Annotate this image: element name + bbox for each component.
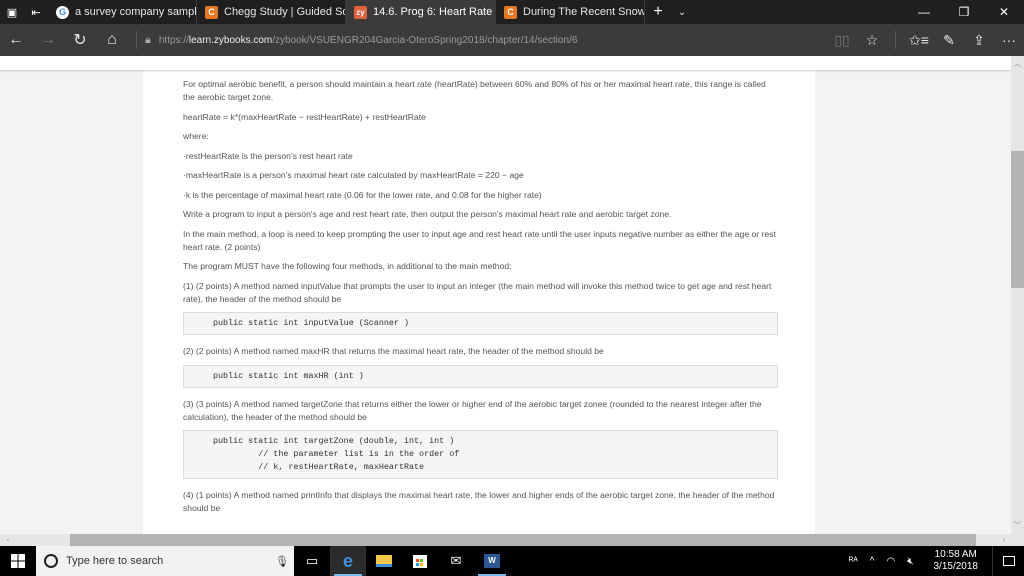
- tab-bar: ▣ ⇤ G a survey company sampled C Chegg S…: [0, 0, 1024, 24]
- people-icon[interactable]: ᴿᴬ: [849, 556, 858, 567]
- screen: ▣ ⇤ G a survey company sampled C Chegg S…: [0, 0, 1024, 576]
- divider: [895, 31, 896, 49]
- bullet-item: restHeartRate is the person's rest heart…: [183, 150, 778, 163]
- tab-chegg[interactable]: C Chegg Study | Guided Solut: [197, 0, 346, 24]
- method1-text: (1) (2 points) A method named inputValue…: [183, 280, 772, 304]
- method4-text: (4) (1 points) A method named printInfo …: [183, 490, 775, 513]
- windows-logo-icon: [11, 554, 25, 568]
- loop-text: In the main method, a loop is need to ke…: [183, 228, 776, 252]
- microphone-icon[interactable]: 🎙︎: [270, 555, 294, 568]
- url-path: /zybook/VSUENGR204Garcia-OteroSpring2018…: [272, 34, 578, 46]
- address-bar-row: ← → ↻ ⌂ 🔒︎ https://learn.zybooks.com/zyb…: [0, 24, 1024, 56]
- volume-muted-icon[interactable]: 🔇︎: [907, 556, 913, 567]
- task-view-icon[interactable]: ▭: [294, 546, 330, 576]
- must-text: The program MUST have the following four…: [183, 261, 512, 271]
- zybooks-icon: zy: [354, 5, 367, 19]
- tab-title: 14.6. Prog 6: Heart Rate: [373, 6, 493, 18]
- google-icon: G: [56, 5, 69, 19]
- word-icon[interactable]: W: [474, 546, 510, 576]
- cortana-icon: [44, 554, 58, 568]
- method2-text: (2) (2 points) A method named maxHR that…: [183, 346, 604, 356]
- tab-title: a survey company sampled: [75, 6, 197, 18]
- favorites-hub-icon[interactable]: ✩≡: [904, 24, 934, 56]
- chegg-icon: C: [205, 5, 218, 19]
- task-text: Write a program to input a person's age …: [183, 209, 672, 219]
- action-center-icon[interactable]: [992, 546, 1024, 576]
- edge-browser-icon[interactable]: e: [330, 546, 366, 576]
- back-button[interactable]: ←: [0, 24, 32, 56]
- tab-zybooks-active[interactable]: zy 14.6. Prog 6: Heart Rate ✕: [346, 0, 496, 24]
- minimize-button[interactable]: —: [904, 0, 944, 24]
- horizontal-scroll-thumb[interactable]: [70, 534, 976, 546]
- refresh-button[interactable]: ↻: [64, 24, 96, 56]
- tab-title: During The Recent Snowing: [523, 6, 645, 18]
- url-field[interactable]: 🔒︎ https://learn.zybooks.com/zybook/VSUE…: [145, 24, 827, 56]
- show-hidden-icons-chevron-icon[interactable]: ^: [870, 556, 875, 567]
- system-tray: ᴿᴬ ^ ◠ 🔇︎ 10:58 AM 3/15/2018: [843, 546, 1024, 576]
- search-placeholder: Type here to search: [66, 555, 164, 567]
- where-text: where:: [183, 131, 209, 141]
- vertical-scrollbar[interactable]: ︿ ﹀: [1011, 56, 1024, 534]
- lock-icon: 🔒︎: [145, 33, 151, 46]
- home-button[interactable]: ⌂: [96, 24, 128, 56]
- horizontal-scrollbar[interactable]: ‹ ›: [0, 534, 1024, 546]
- problem-description: For optimal aerobic benefit, a person sh…: [183, 78, 778, 522]
- start-button[interactable]: [0, 546, 36, 576]
- tab-google[interactable]: G a survey company sampled: [48, 0, 197, 24]
- share-icon[interactable]: ⇪: [964, 24, 994, 56]
- tab-actions-icon[interactable]: ▣: [0, 0, 24, 24]
- scroll-up-icon[interactable]: ︿: [1011, 58, 1024, 70]
- scroll-down-icon[interactable]: ﹀: [1011, 520, 1024, 532]
- tab-chegg-2[interactable]: C During The Recent Snowing: [496, 0, 645, 24]
- clock-date: 3/15/2018: [933, 561, 979, 572]
- clock[interactable]: 10:58 AM 3/15/2018: [928, 549, 985, 573]
- forward-button[interactable]: →: [32, 24, 64, 56]
- new-tab-button[interactable]: +: [645, 3, 671, 21]
- taskbar-search-box[interactable]: Type here to search 🎙︎: [36, 546, 294, 576]
- file-explorer-icon[interactable]: [366, 546, 402, 576]
- url-prefix: https://: [158, 34, 189, 46]
- page-header: [0, 56, 1011, 70]
- set-aside-tabs-icon[interactable]: ⇤: [24, 0, 48, 24]
- scroll-left-icon[interactable]: ‹: [2, 534, 14, 546]
- code-block-input-value: public static int inputValue (Scanner ): [183, 312, 778, 335]
- wifi-icon[interactable]: ◠: [886, 556, 895, 567]
- code-block-max-hr: public static int maxHR (int ): [183, 364, 778, 388]
- chegg-icon: C: [504, 5, 517, 19]
- favorite-star-icon[interactable]: ☆: [857, 24, 887, 56]
- clock-time: 10:58 AM: [934, 549, 977, 560]
- tab-title: Chegg Study | Guided Solut: [224, 6, 345, 18]
- close-window-button[interactable]: ✕: [984, 0, 1024, 24]
- scroll-right-icon[interactable]: ›: [998, 534, 1010, 546]
- formula-text: heartRate = k*(maxHeartRate − restHeartR…: [183, 111, 426, 122]
- taskbar: Type here to search 🎙︎ ▭ e ✉ W ᴿᴬ ^ ◠ 🔇︎…: [0, 546, 1024, 576]
- method3-text: (3) (3 points) A method named targetZone…: [183, 398, 762, 422]
- code-block-target-zone: public static int targetZone (double, in…: [183, 430, 778, 479]
- store-icon[interactable]: [402, 546, 438, 576]
- bullet-item: maxHeartRate is a person's maximal heart…: [183, 169, 778, 182]
- tab-preview-chevron-icon[interactable]: ⌄: [671, 7, 693, 18]
- vertical-scroll-thumb[interactable]: [1011, 151, 1024, 288]
- mail-icon[interactable]: ✉: [438, 546, 474, 576]
- reading-view-icon[interactable]: ▯▯: [827, 24, 857, 56]
- url-domain: learn.zybooks.com: [188, 34, 273, 46]
- web-note-icon[interactable]: ✎: [934, 24, 964, 56]
- intro-text: For optimal aerobic benefit, a person sh…: [183, 79, 766, 102]
- bullet-item: k is the percentage of maximal heart rat…: [183, 189, 778, 202]
- more-menu-icon[interactable]: ···: [994, 24, 1024, 56]
- restore-button[interactable]: ❐: [944, 0, 984, 24]
- divider: [136, 31, 137, 49]
